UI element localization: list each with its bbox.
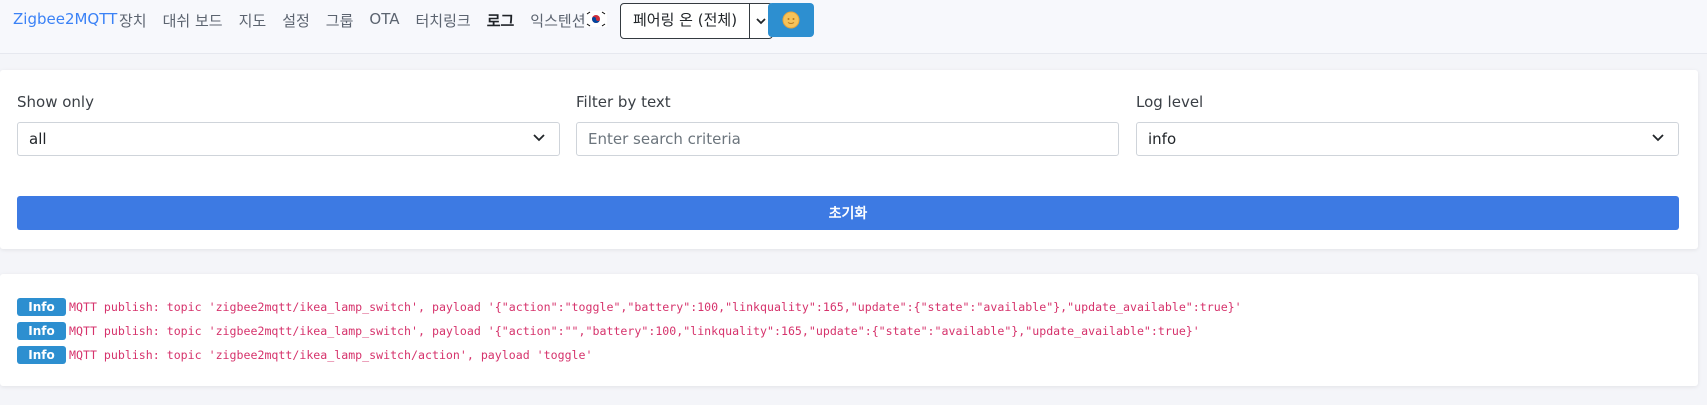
nav-link-logs[interactable]: 로그 [487,10,515,31]
korea-flag-icon[interactable] [585,11,607,27]
permit-join-button[interactable]: 페어링 온 (전체) [621,4,751,38]
log-level-badge: Info [17,322,66,340]
reset-button[interactable]: 초기화 [17,196,1679,230]
chevron-down-icon [1652,134,1664,142]
filter-text-placeholder: Enter search criteria [588,130,741,148]
log-row: Info MQTT publish: topic 'zigbee2mqtt/ik… [17,321,1200,341]
show-only-label: Show only [17,93,94,111]
filter-text-input[interactable]: Enter search criteria [576,122,1119,156]
top-navbar: Zigbee2MQTT 장치 대쉬 보드 지도 설정 그룹 OTA 터치링크 로… [0,0,1707,54]
sun-moon-icon [782,11,800,29]
log-level-badge: Info [17,298,66,316]
log-level-label: Log level [1136,93,1204,111]
nav-links: 장치 대쉬 보드 지도 설정 그룹 OTA 터치링크 로그 익스텐션 [119,10,586,31]
log-row: Info MQTT publish: topic 'zigbee2mqtt/ik… [17,297,1242,317]
log-level-select[interactable]: info [1136,122,1679,156]
show-only-select[interactable]: all [17,122,560,156]
chevron-down-icon [533,134,545,142]
nav-link-settings[interactable]: 설정 [282,10,310,31]
brand-link[interactable]: Zigbee2MQTT [13,10,117,28]
chevron-down-icon [756,17,766,24]
nav-link-dashboard[interactable]: 대쉬 보드 [163,10,223,31]
nav-link-map[interactable]: 지도 [239,10,267,31]
nav-link-devices[interactable]: 장치 [119,10,147,31]
nav-link-touchlink[interactable]: 터치링크 [415,10,470,31]
log-message: MQTT publish: topic 'zigbee2mqtt/ikea_la… [69,324,1200,338]
nav-link-groups[interactable]: 그룹 [326,10,354,31]
log-level-badge: Info [17,346,66,364]
show-only-value: all [29,130,47,148]
theme-toggle-button[interactable] [768,3,814,37]
nav-link-ota[interactable]: OTA [369,10,399,31]
permit-join-group: 페어링 온 (전체) [620,3,774,39]
log-message: MQTT publish: topic 'zigbee2mqtt/ikea_la… [69,348,593,362]
log-message: MQTT publish: topic 'zigbee2mqtt/ikea_la… [69,300,1242,314]
filter-text-label: Filter by text [576,93,671,111]
log-level-value: info [1148,130,1177,148]
log-row: Info MQTT publish: topic 'zigbee2mqtt/ik… [17,345,593,365]
nav-link-extensions[interactable]: 익스텐션 [530,10,585,31]
